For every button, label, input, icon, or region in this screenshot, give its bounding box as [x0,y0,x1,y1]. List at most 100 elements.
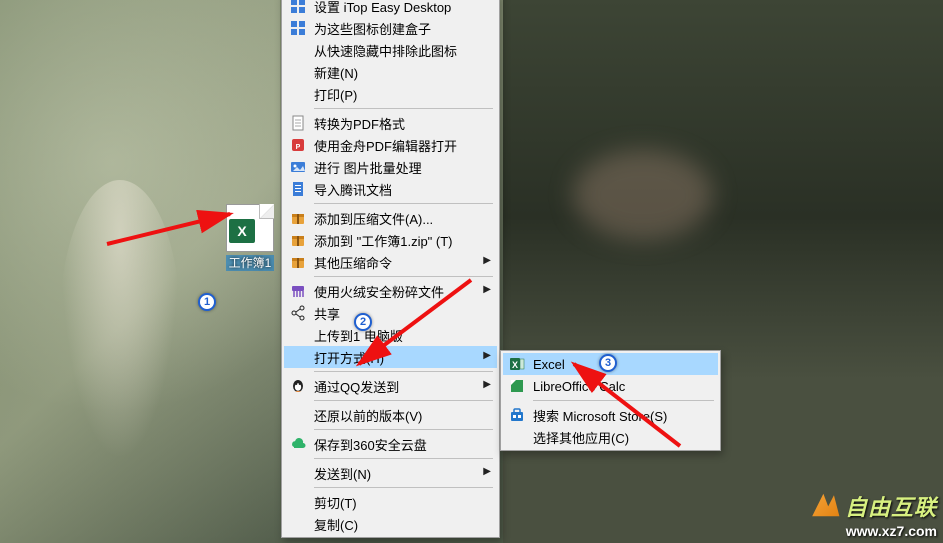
context-menu-item-6[interactable]: P 使用金舟PDF编辑器打开 [284,134,497,156]
excel-icon: X [505,354,529,374]
desktop-file-excel[interactable]: X 工作簿1 [222,204,278,271]
context-menu-item-label: 发送到(N) [310,464,475,483]
context-menu-item-label: 还原以前的版本(V) [310,406,475,425]
context-menu-separator [314,429,493,430]
open-with-item-label: LibreOffice Calc [529,379,696,394]
context-menu-item-3[interactable]: 新建(N) [284,61,497,83]
context-menu-separator [314,276,493,277]
blank-icon [286,347,310,367]
svg-text:X: X [512,360,518,370]
context-menu-item-label: 添加到压缩文件(A)... [310,209,475,228]
archive-orange-icon [286,208,310,228]
open-with-item-3[interactable]: 选择其他应用(C) [503,426,718,448]
context-menu-separator [314,487,493,488]
context-menu-item-label: 从快速隐藏中排除此图标 [310,41,475,60]
context-menu-item-9[interactable]: 添加到压缩文件(A)... [284,207,497,229]
blank-icon [505,427,529,447]
watermark-title: 自由互联 [845,495,937,520]
context-menu-separator [314,203,493,204]
context-menu-item-label: 打开方式(H) [310,348,475,367]
open-with-item-label: 选择其他应用(C) [529,428,696,447]
context-menu-item-label: 复制(C) [310,515,475,534]
context-menu-item-label: 通过QQ发送到 [310,377,475,396]
context-menu-separator [314,458,493,459]
excel-file-icon: X [226,204,274,252]
context-menu-item-label: 使用火绒安全粉碎文件 [310,282,475,301]
chevron-right-icon: ▶ [483,284,491,295]
blank-icon [286,40,310,60]
shred-purple-icon [286,281,310,301]
pdf-red-icon: P [286,135,310,155]
context-menu-item-label: 转换为PDF格式 [310,114,475,133]
context-menu-item-label: 导入腾讯文档 [310,180,475,199]
blank-icon [286,492,310,512]
annotation-badge-3: 3 [599,354,617,372]
context-menu-item-0[interactable]: 设置 iTop Easy Desktop [284,0,497,17]
context-menu-item-12[interactable]: 使用火绒安全粉碎文件 ▶ [284,280,497,302]
context-menu-item-2[interactable]: 从快速隐藏中排除此图标 [284,39,497,61]
grid-blue-icon [286,18,310,38]
context-menu-item-13[interactable]: 共享 [284,302,497,324]
context-menu-item-15[interactable]: 打开方式(H) ▶ [284,346,497,368]
annotation-badge-1: 1 [198,293,216,311]
context-menu-item-18[interactable]: 保存到360安全云盘 [284,433,497,455]
store-icon [505,405,529,425]
context-menu-item-1[interactable]: 为这些图标创建盒子 [284,17,497,39]
context-menu-item-14[interactable]: 上传到1 电脑版 [284,324,497,346]
watermark-logo-icon [809,491,841,519]
share-icon [286,303,310,323]
annotation-badge-2: 2 [354,313,372,331]
context-menu-separator [314,371,493,372]
context-menu-item-16[interactable]: 通过QQ发送到 ▶ [284,375,497,397]
chevron-right-icon: ▶ [483,379,491,390]
context-menu-item-label: 剪切(T) [310,493,475,512]
context-menu-item-label: 打印(P) [310,85,475,104]
context-menu-item-10[interactable]: 添加到 "工作簿1.zip" (T) [284,229,497,251]
watermark: 自由互联 www.xz7.com [809,490,937,539]
blank-icon [286,405,310,425]
context-menu-item-17[interactable]: 还原以前的版本(V) [284,404,497,426]
qq-icon [286,376,310,396]
blank-icon [286,463,310,483]
grid-blue-icon [286,0,310,16]
context-menu-item-label: 保存到360安全云盘 [310,435,475,454]
svg-text:P: P [296,144,301,151]
archive-orange-icon [286,230,310,250]
open-with-item-1[interactable]: LibreOffice Calc [503,375,718,397]
context-menu-item-4[interactable]: 打印(P) [284,83,497,105]
page-icon [286,113,310,133]
context-menu-item-7[interactable]: 进行 图片批量处理 [284,156,497,178]
chevron-right-icon: ▶ [483,466,491,477]
context-menu-item-label: 其他压缩命令 [310,253,475,272]
watermark-sub: www.xz7.com [809,523,937,539]
blank-icon [286,84,310,104]
context-menu-item-label: 上传到1 电脑版 [310,326,475,345]
context-menu-item-19[interactable]: 发送到(N) ▶ [284,462,497,484]
open-with-item-2[interactable]: 搜索 Microsoft Store(S) [503,404,718,426]
context-menu: 设置 iTop Easy Desktop 为这些图标创建盒子从快速隐藏中排除此图标… [281,0,500,538]
context-menu-item-21[interactable]: 复制(C) [284,513,497,535]
context-menu-item-label: 新建(N) [310,63,475,82]
context-menu-item-5[interactable]: 转换为PDF格式 [284,112,497,134]
img-blue-icon [286,157,310,177]
open-with-separator [533,400,714,401]
context-menu-item-8[interactable]: 导入腾讯文档 [284,178,497,200]
context-menu-item-label: 共享 [310,304,475,323]
context-menu-item-11[interactable]: 其他压缩命令 ▶ [284,251,497,273]
context-menu-item-label: 为这些图标创建盒子 [310,19,475,38]
chevron-right-icon: ▶ [483,350,491,361]
doc-blue-icon [286,179,310,199]
open-with-item-label: 搜索 Microsoft Store(S) [529,406,696,425]
chevron-right-icon: ▶ [483,255,491,266]
context-menu-separator [314,400,493,401]
libre-icon [505,376,529,396]
context-menu-item-label: 设置 iTop Easy Desktop [310,0,475,16]
cloud-green-icon [286,434,310,454]
context-menu-item-label: 进行 图片批量处理 [310,158,475,177]
context-menu-separator [314,108,493,109]
blank-icon [286,62,310,82]
context-menu-item-label: 使用金舟PDF编辑器打开 [310,136,475,155]
desktop-file-label: 工作簿1 [226,255,275,271]
context-menu-item-20[interactable]: 剪切(T) [284,491,497,513]
blank-icon [286,514,310,534]
